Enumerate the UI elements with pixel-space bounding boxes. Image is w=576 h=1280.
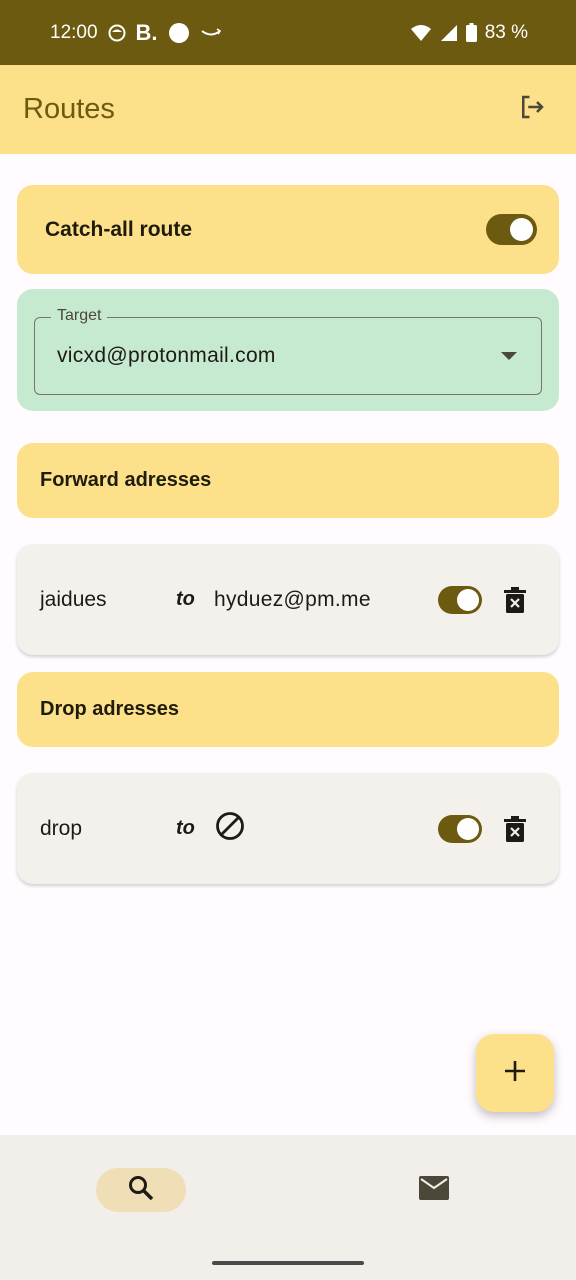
amazon-notification-icon <box>200 26 222 40</box>
route-to-label: to <box>176 817 195 839</box>
search-icon <box>127 1174 155 1207</box>
drop-section-header: Drop adresses <box>17 672 559 747</box>
drop-route-switch[interactable] <box>438 814 482 843</box>
bottom-navigation <box>0 1135 576 1280</box>
signal-icon <box>440 24 458 42</box>
drop-route-row[interactable]: drop to <box>17 773 559 884</box>
battery-icon <box>465 23 477 42</box>
forward-section-title: Forward adresses <box>40 469 212 491</box>
gesture-bar <box>212 1261 364 1265</box>
target-dropdown[interactable]: Target vicxd@protonmail.com <box>34 307 542 395</box>
b-notification-icon: B. <box>135 19 158 45</box>
forward-route-row[interactable]: jaidues to hyduez@pm.me <box>17 544 559 655</box>
add-route-button[interactable] <box>476 1034 554 1112</box>
app-notification-icon <box>108 24 126 42</box>
route-actions <box>438 814 526 843</box>
switch-thumb <box>457 817 479 840</box>
drop-section-title: Drop adresses <box>40 698 179 720</box>
mail-icon <box>419 1175 449 1205</box>
circle-notification-icon <box>168 22 190 44</box>
catch-all-label: Catch-all route <box>45 217 193 241</box>
route-actions <box>438 585 526 614</box>
switch-thumb <box>510 218 533 241</box>
add-icon <box>502 1058 528 1089</box>
catch-all-card: Catch-all route <box>17 185 559 274</box>
block-icon <box>214 811 246 847</box>
route-target <box>214 810 438 848</box>
battery-percent: 83 % <box>484 21 528 43</box>
top-app-bar: Routes <box>0 65 576 154</box>
status-left: 12:00 B. <box>50 20 410 46</box>
target-card: Target vicxd@protonmail.com <box>17 289 559 411</box>
logout-button[interactable] <box>510 88 554 132</box>
logout-icon <box>517 92 547 127</box>
route-to-label: to <box>176 588 195 610</box>
route-from: drop <box>40 816 83 840</box>
status-right: 83 % <box>410 22 528 44</box>
delete-icon[interactable] <box>504 815 526 842</box>
route-from: jaidues <box>40 587 107 611</box>
catch-all-switch[interactable] <box>486 214 537 245</box>
status-bar: 12:00 B. 83 % <box>0 0 576 65</box>
target-label: Target <box>51 307 108 325</box>
delete-icon[interactable] <box>504 586 526 613</box>
switch-thumb <box>457 588 479 611</box>
route-target: hyduez@pm.me <box>214 587 371 611</box>
status-time: 12:00 <box>50 21 98 43</box>
page-title: Routes <box>23 93 115 125</box>
forward-route-switch[interactable] <box>438 585 482 614</box>
forward-section-header: Forward adresses <box>17 443 559 518</box>
nav-search[interactable] <box>96 1168 186 1212</box>
dropdown-arrow-icon <box>501 352 517 360</box>
target-value: vicxd@protonmail.com <box>57 344 276 367</box>
wifi-icon <box>410 24 432 42</box>
nav-mail[interactable] <box>389 1168 479 1212</box>
